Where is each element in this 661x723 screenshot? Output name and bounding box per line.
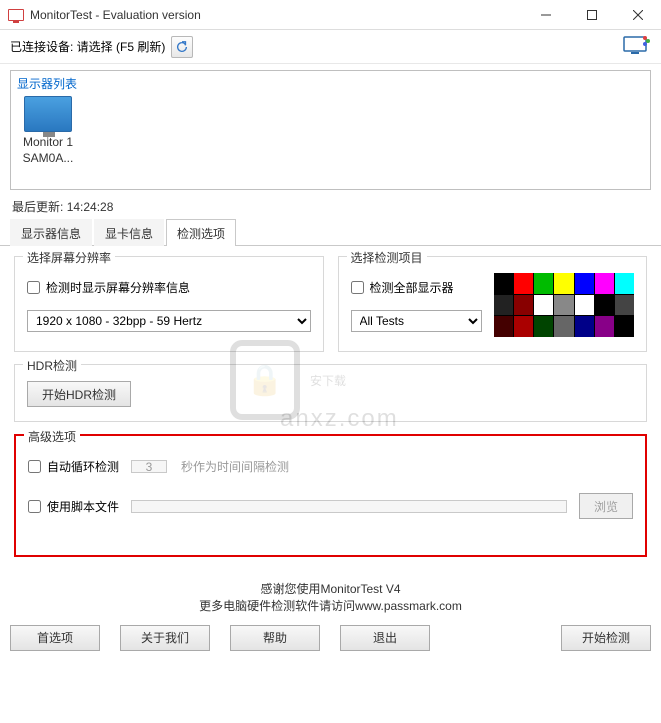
advanced-options-group: 高级选项 自动循环检测 秒作为时间间隔检测 使用脚本文件 浏览 xyxy=(14,434,647,557)
auto-loop-label: 自动循环检测 xyxy=(47,458,119,475)
window-title: MonitorTest - Evaluation version xyxy=(30,8,523,22)
tab-content: 选择屏幕分辨率 检测时显示屏幕分辨率信息 1920 x 1080 - 32bpp… xyxy=(0,246,661,579)
last-update: 最后更新: 14:24:28 xyxy=(0,194,661,219)
titlebar: MonitorTest - Evaluation version xyxy=(0,0,661,30)
monitor-list-frame: 显示器列表 Monitor 1 SAM0A... xyxy=(10,70,651,190)
tests-select[interactable]: All Tests xyxy=(351,310,483,332)
script-path-input[interactable] xyxy=(131,500,567,513)
browse-label: 浏览 xyxy=(594,498,618,515)
footer-line2-prefix: 更多电脑硬件检测软件请访问 xyxy=(199,599,355,613)
connected-device-label: 已连接设备: 请选择 (F5 刷新) xyxy=(10,38,165,55)
btn-label: 首选项 xyxy=(37,629,73,646)
tab-label: 显示器信息 xyxy=(21,227,81,241)
btn-label: 关于我们 xyxy=(141,629,189,646)
test-all-checkbox[interactable] xyxy=(351,281,364,294)
monitor-list-item[interactable]: Monitor 1 SAM0A... xyxy=(17,96,79,166)
btn-label: 帮助 xyxy=(263,629,287,646)
resolution-select[interactable]: 1920 x 1080 - 32bpp - 59 Hertz xyxy=(27,310,311,332)
hdr-legend: HDR检测 xyxy=(23,357,81,374)
test-pattern-preview xyxy=(494,273,634,337)
tab-label: 显卡信息 xyxy=(105,227,153,241)
minimize-button[interactable] xyxy=(523,0,569,30)
help-button[interactable]: 帮助 xyxy=(230,625,320,651)
passmark-logo-icon xyxy=(623,34,651,59)
start-test-button[interactable]: 开始检测 xyxy=(561,625,651,651)
auto-loop-hint: 秒作为时间间隔检测 xyxy=(181,458,289,475)
start-hdr-test-button[interactable]: 开始HDR检测 xyxy=(27,381,131,407)
refresh-button[interactable] xyxy=(171,36,193,58)
tab-monitor-info[interactable]: 显示器信息 xyxy=(10,219,92,246)
show-resolution-label: 检测时显示屏幕分辨率信息 xyxy=(46,279,190,296)
about-button[interactable]: 关于我们 xyxy=(120,625,210,651)
toolbar: 已连接设备: 请选择 (F5 刷新) xyxy=(0,30,661,64)
tab-test-options[interactable]: 检测选项 xyxy=(166,219,236,246)
app-icon xyxy=(8,9,24,21)
last-update-time: 14:24:28 xyxy=(67,200,114,214)
btn-label: 开始检测 xyxy=(582,629,630,646)
tab-label: 检测选项 xyxy=(177,227,225,241)
monitor-label-line2: SAM0A... xyxy=(17,151,79,167)
test-items-legend: 选择检测项目 xyxy=(347,249,427,266)
test-all-checkbox-line[interactable]: 检测全部显示器 xyxy=(351,279,483,296)
use-script-checkbox[interactable] xyxy=(28,500,41,513)
btn-label: 退出 xyxy=(373,629,397,646)
monitor-list-title: 显示器列表 xyxy=(17,75,644,92)
browse-button[interactable]: 浏览 xyxy=(579,493,633,519)
close-button[interactable] xyxy=(615,0,661,30)
tabstrip: 显示器信息 显卡信息 检测选项 xyxy=(0,219,661,246)
test-items-group: 选择检测项目 检测全部显示器 All Tests xyxy=(338,256,648,352)
monitor-icon xyxy=(24,96,72,132)
hdr-group: HDR检测 开始HDR检测 xyxy=(14,364,647,422)
show-resolution-checkbox[interactable] xyxy=(27,281,40,294)
test-all-label: 检测全部显示器 xyxy=(370,279,454,296)
tab-gpu-info[interactable]: 显卡信息 xyxy=(94,219,164,246)
advanced-legend: 高级选项 xyxy=(24,428,80,445)
monitor-label-line1: Monitor 1 xyxy=(17,135,79,151)
maximize-button[interactable] xyxy=(569,0,615,30)
auto-loop-interval-input[interactable] xyxy=(131,460,167,473)
start-hdr-label: 开始HDR检测 xyxy=(42,386,116,403)
bottom-bar: 首选项 关于我们 帮助 退出 开始检测 xyxy=(0,621,661,659)
show-resolution-checkbox-line[interactable]: 检测时显示屏幕分辨率信息 xyxy=(27,279,311,296)
resolution-group: 选择屏幕分辨率 检测时显示屏幕分辨率信息 1920 x 1080 - 32bpp… xyxy=(14,256,324,352)
auto-loop-checkbox[interactable] xyxy=(28,460,41,473)
footer-text: 感谢您使用MonitorTest V4 更多电脑硬件检测软件请访问www.pas… xyxy=(0,579,661,621)
footer-line1: 感谢您使用MonitorTest V4 xyxy=(0,581,661,598)
footer-link[interactable]: www.passmark.com xyxy=(355,599,462,613)
resolution-legend: 选择屏幕分辨率 xyxy=(23,249,115,266)
exit-button[interactable]: 退出 xyxy=(340,625,430,651)
last-update-label: 最后更新: xyxy=(12,200,63,214)
preferences-button[interactable]: 首选项 xyxy=(10,625,100,651)
use-script-label: 使用脚本文件 xyxy=(47,498,119,515)
